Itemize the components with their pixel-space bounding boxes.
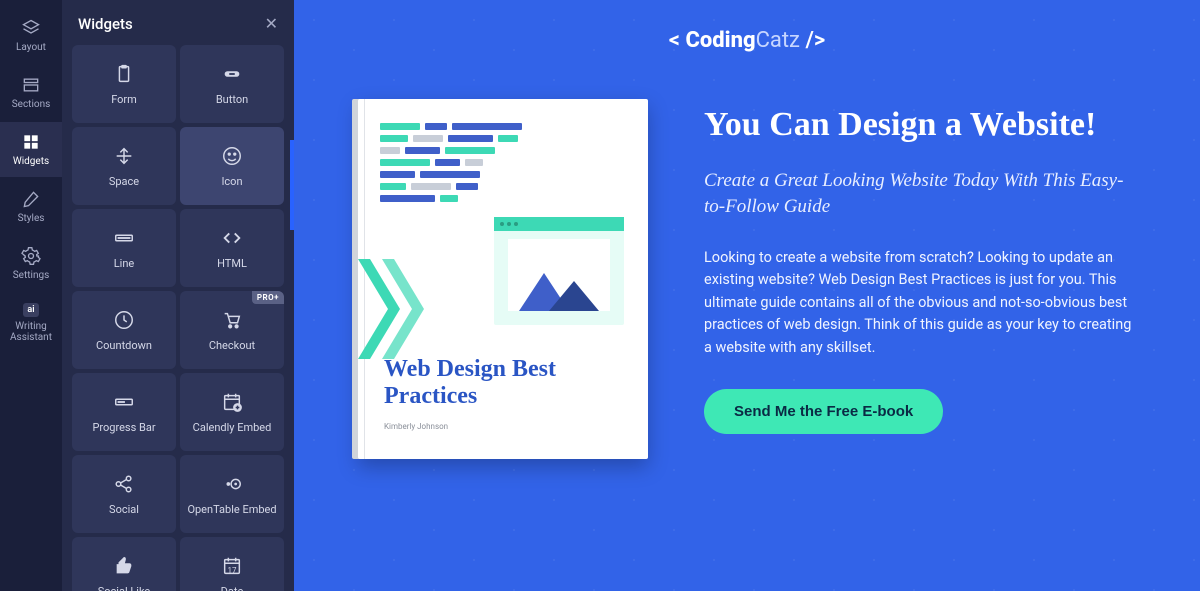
- space-icon: [113, 145, 135, 167]
- widget-button[interactable]: Button: [180, 45, 284, 123]
- rail-item-writing-assistant[interactable]: ai Writing Assistant: [0, 293, 62, 353]
- widget-label: Countdown: [96, 339, 152, 352]
- headline: You Can Design a Website!: [704, 105, 1136, 146]
- cart-icon: [221, 309, 243, 331]
- code-lines-graphic: [380, 123, 626, 202]
- thumbs-up-icon: [113, 555, 135, 577]
- widget-label: Checkout: [209, 339, 255, 352]
- calendar-plus-icon: [221, 391, 243, 413]
- widget-label: Line: [114, 257, 135, 270]
- widgets-panel: Widgets ✕ Form Button Space Icon: [62, 0, 294, 591]
- brush-icon: [21, 189, 41, 209]
- widget-checkout[interactable]: PRO+ Checkout: [180, 291, 284, 369]
- widget-date[interactable]: 17 Date: [180, 537, 284, 591]
- book-title: Web Design Best Practices: [384, 356, 622, 411]
- brand-logo: < CodingCatz />: [294, 0, 1200, 53]
- rail-item-sections[interactable]: Sections: [0, 65, 62, 120]
- pro-badge: PRO+: [252, 291, 284, 304]
- widget-progress-bar[interactable]: Progress Bar: [72, 373, 176, 451]
- rail-label: Sections: [12, 99, 51, 110]
- panel-title: Widgets: [78, 15, 133, 33]
- gear-icon: [21, 246, 41, 266]
- canvas-preview[interactable]: < CodingCatz /> Web D: [294, 0, 1200, 591]
- ai-icon: ai: [23, 303, 38, 317]
- hero-row: Web Design Best Practices Kimberly Johns…: [294, 53, 1200, 459]
- code-icon: [221, 227, 243, 249]
- widget-label: Button: [216, 93, 248, 106]
- widget-html[interactable]: HTML: [180, 209, 284, 287]
- browser-graphic: [494, 217, 624, 325]
- widget-label: OpenTable Embed: [187, 503, 276, 516]
- widget-label: Social Like: [98, 585, 151, 591]
- rail-item-styles[interactable]: Styles: [0, 179, 62, 234]
- widget-grid: Form Button Space Icon Line HTML: [62, 45, 294, 591]
- sections-icon: [21, 75, 41, 95]
- cta-button[interactable]: Send Me the Free E-book: [704, 389, 943, 434]
- widget-form[interactable]: Form: [72, 45, 176, 123]
- rail-item-widgets[interactable]: Widgets: [0, 122, 62, 177]
- calendar-date-icon: 17: [221, 555, 243, 577]
- widget-label: HTML: [217, 257, 247, 270]
- widget-countdown[interactable]: Countdown: [72, 291, 176, 369]
- rail-item-layout[interactable]: Layout: [0, 8, 62, 63]
- close-icon[interactable]: ✕: [265, 14, 278, 33]
- button-icon: [221, 63, 243, 85]
- layers-icon: [21, 18, 41, 38]
- rail-label: Writing Assistant: [0, 321, 62, 343]
- ebook-mockup: Web Design Best Practices Kimberly Johns…: [358, 99, 648, 459]
- widget-label: Form: [111, 93, 137, 106]
- subheadline: Create a Great Looking Website Today Wit…: [704, 168, 1136, 221]
- widget-label: Space: [109, 175, 139, 188]
- clipboard-icon: [113, 63, 135, 85]
- widget-label: Date: [221, 585, 244, 591]
- widget-line[interactable]: Line: [72, 209, 176, 287]
- hero-copy: You Can Design a Website! Create a Great…: [704, 99, 1136, 459]
- opentable-icon: [221, 473, 243, 495]
- widget-space[interactable]: Space: [72, 127, 176, 205]
- widget-social-like[interactable]: Social Like: [72, 537, 176, 591]
- chevrons-graphic: [358, 259, 438, 359]
- app-root: Layout Sections Widgets Styles Settings …: [0, 0, 1200, 591]
- rail-label: Settings: [13, 270, 50, 281]
- rail-label: Layout: [16, 42, 46, 53]
- share-icon: [113, 473, 135, 495]
- widget-label: Icon: [221, 175, 242, 188]
- widget-label: Calendly Embed: [193, 421, 272, 434]
- rail-label: Widgets: [13, 156, 49, 167]
- widget-label: Social: [109, 503, 139, 516]
- progress-icon: [113, 391, 135, 413]
- widget-opentable-embed[interactable]: OpenTable Embed: [180, 455, 284, 533]
- rail-label: Styles: [18, 213, 45, 224]
- line-icon: [113, 227, 135, 249]
- left-rail: Layout Sections Widgets Styles Settings …: [0, 0, 62, 591]
- widget-icon[interactable]: Icon: [180, 127, 284, 205]
- widgets-icon: [21, 132, 41, 152]
- body-copy: Looking to create a website from scratch…: [704, 247, 1136, 359]
- widget-social[interactable]: Social: [72, 455, 176, 533]
- smiley-icon: [221, 145, 243, 167]
- clock-icon: [113, 309, 135, 331]
- book-author: Kimberly Johnson: [384, 422, 448, 431]
- widget-calendly-embed[interactable]: Calendly Embed: [180, 373, 284, 451]
- rail-item-settings[interactable]: Settings: [0, 236, 62, 291]
- widget-label: Progress Bar: [92, 421, 155, 434]
- panel-header: Widgets ✕: [62, 0, 294, 45]
